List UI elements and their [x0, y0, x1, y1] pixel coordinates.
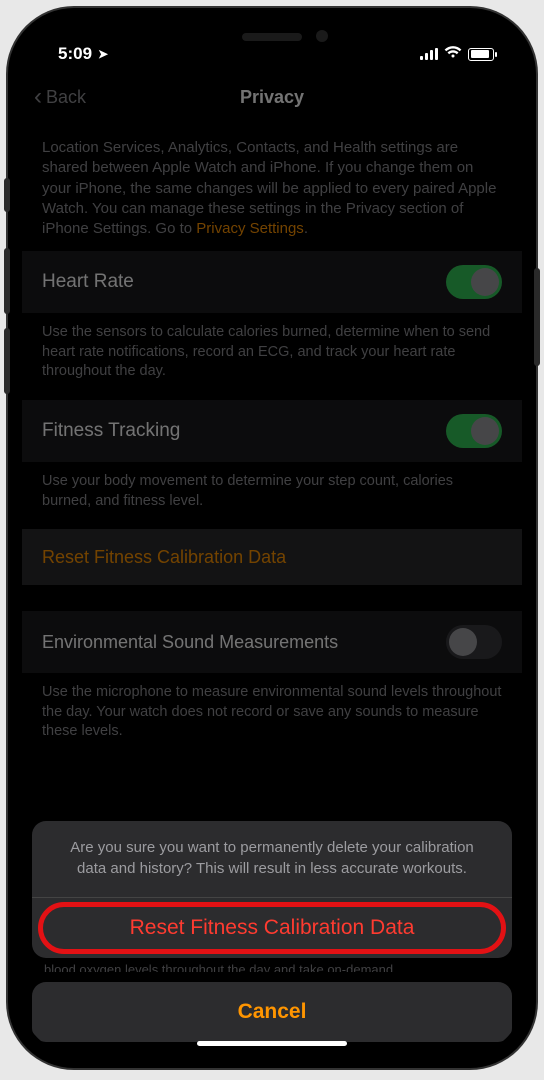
- env-sound-desc: Use the microphone to measure environmen…: [22, 673, 522, 760]
- volume-up-button: [4, 248, 10, 314]
- fitness-tracking-label: Fitness Tracking: [42, 418, 180, 444]
- intro-text: Location Services, Analytics, Contacts, …: [22, 122, 522, 251]
- mute-switch: [4, 178, 10, 212]
- fitness-tracking-toggle[interactable]: [446, 414, 502, 448]
- back-button[interactable]: ‹ Back: [34, 85, 86, 109]
- env-sound-row: Environmental Sound Measurements: [22, 611, 522, 673]
- env-sound-toggle[interactable]: [446, 625, 502, 659]
- fitness-tracking-desc: Use your body movement to determine your…: [22, 462, 522, 529]
- status-time: 5:09: [58, 44, 92, 64]
- heart-rate-row: Heart Rate: [22, 251, 522, 313]
- nav-bar: ‹ Back Privacy: [22, 72, 522, 122]
- page-title: Privacy: [240, 87, 304, 108]
- volume-down-button: [4, 328, 10, 394]
- notch: [162, 22, 382, 54]
- heart-rate-toggle[interactable]: [446, 265, 502, 299]
- battery-icon: [468, 48, 494, 61]
- fitness-tracking-row: Fitness Tracking: [22, 400, 522, 462]
- chevron-left-icon: ‹: [34, 85, 42, 109]
- phone-frame: 5:09 ➤ ‹ Back Privacy Location Services,…: [8, 8, 536, 1068]
- screen: 5:09 ➤ ‹ Back Privacy Location Services,…: [22, 22, 522, 1054]
- cancel-button[interactable]: Cancel: [32, 982, 512, 1042]
- wifi-icon: [444, 45, 462, 63]
- cellular-signal-icon: [420, 48, 438, 60]
- reset-calibration-button[interactable]: Reset Fitness Calibration Data: [22, 529, 522, 585]
- env-sound-label: Environmental Sound Measurements: [42, 630, 338, 654]
- heart-rate-label: Heart Rate: [42, 269, 134, 295]
- action-sheet: Are you sure you want to permanently del…: [32, 821, 512, 1042]
- privacy-settings-link[interactable]: Privacy Settings: [196, 220, 304, 237]
- power-button: [534, 268, 540, 366]
- action-sheet-message: Are you sure you want to permanently del…: [32, 821, 512, 897]
- heart-rate-desc: Use the sensors to calculate calories bu…: [22, 313, 522, 400]
- back-label: Back: [46, 87, 86, 108]
- reset-confirm-button[interactable]: Reset Fitness Calibration Data: [32, 898, 512, 958]
- clipped-text: blood oxygen levels throughout the day a…: [32, 958, 512, 972]
- location-arrow-icon: ➤: [98, 47, 108, 61]
- home-indicator[interactable]: [197, 1041, 347, 1046]
